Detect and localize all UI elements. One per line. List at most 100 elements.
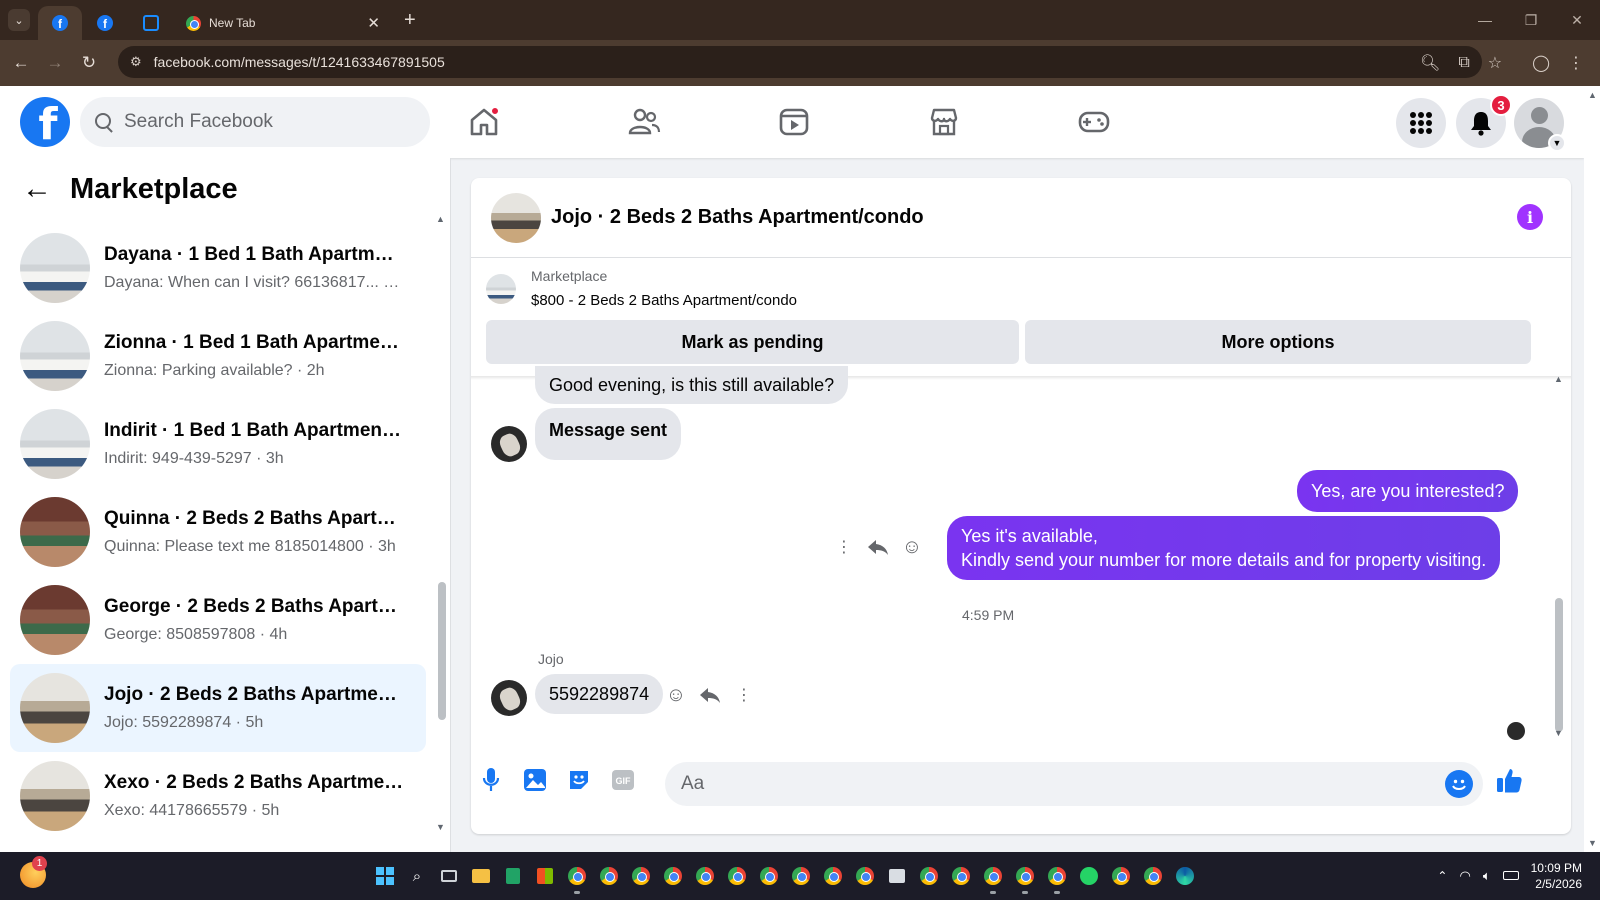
marketplace-nav-button[interactable] (926, 104, 962, 140)
chrome-icon[interactable] (948, 863, 974, 889)
reload-button[interactable]: ↻ (72, 53, 106, 73)
back-arrow-icon[interactable]: ← (22, 172, 52, 206)
message-input[interactable] (681, 773, 1421, 795)
chat-listing-avatar[interactable] (491, 192, 541, 243)
chrome-icon[interactable] (852, 863, 878, 889)
reply-icon[interactable] (697, 682, 723, 708)
close-tab-icon[interactable]: ✕ (367, 14, 380, 32)
search-icon[interactable]: ⌕ (404, 863, 430, 889)
whatsapp-icon[interactable] (1076, 863, 1102, 889)
listing-price-title[interactable]: $800 - 2 Beds 2 Baths Apartment/condo (531, 292, 797, 309)
photo-icon[interactable] (521, 766, 549, 794)
sidebar-scrollbar[interactable] (438, 582, 446, 720)
chrome-icon[interactable] (628, 863, 654, 889)
more-actions-icon[interactable]: ⋮ (831, 534, 857, 560)
site-info-icon[interactable]: ⚙ (130, 54, 142, 70)
microphone-icon[interactable] (477, 766, 505, 794)
back-button[interactable]: ← (4, 53, 38, 73)
message-input-box[interactable] (665, 762, 1483, 806)
browser-tab-1[interactable]: f (38, 6, 82, 40)
chrome-icon[interactable] (1012, 863, 1038, 894)
chrome-icon[interactable] (980, 863, 1006, 894)
incoming-message[interactable]: Message sent (535, 408, 682, 460)
outgoing-message[interactable]: Yes it's available, Kindly send your num… (947, 516, 1501, 580)
volume-icon[interactable]: 🔈︎ (1483, 868, 1491, 884)
browser-tab-new-tab[interactable]: New Tab ✕ (174, 6, 390, 40)
install-app-icon[interactable]: ⧉ (1458, 54, 1469, 72)
scroll-down-arrow[interactable]: ▼ (436, 822, 445, 832)
chrome-icon[interactable] (564, 863, 590, 894)
chrome-icon[interactable] (660, 863, 686, 889)
search-box[interactable] (80, 97, 430, 147)
more-options-button[interactable]: More options (1025, 320, 1531, 364)
browser-tab-2[interactable]: f (82, 6, 128, 40)
contact-avatar[interactable] (491, 426, 527, 462)
notifications-button[interactable]: 3 (1456, 94, 1512, 148)
conversation-item[interactable]: Zionna · 1 Bed 1 Bath Apartment... Zionn… (10, 312, 426, 400)
task-view-icon[interactable] (436, 863, 462, 889)
new-tab-button[interactable]: + (404, 9, 416, 32)
friends-nav-button[interactable] (626, 104, 662, 140)
clock[interactable]: 10:09 PM 2/5/2026 (1531, 860, 1582, 892)
thumbs-up-icon[interactable] (1493, 764, 1525, 796)
chrome-icon[interactable] (724, 863, 750, 889)
chrome-icon[interactable] (916, 863, 942, 889)
more-actions-icon[interactable]: ⋮ (731, 682, 757, 708)
chrome-icon[interactable] (820, 863, 846, 889)
reply-icon[interactable] (865, 534, 891, 560)
chrome-icon[interactable] (788, 863, 814, 889)
emoji-icon[interactable] (1445, 770, 1473, 798)
chat-title[interactable]: Jojo · 2 Beds 2 Baths Apartment/condo (551, 206, 924, 229)
forward-button[interactable]: → (38, 53, 72, 73)
chat-scrollbar[interactable] (1555, 598, 1563, 732)
home-nav-button[interactable] (466, 104, 502, 140)
profile-icon[interactable]: ◯ (1532, 53, 1550, 73)
sheets-icon[interactable] (500, 863, 526, 889)
store-icon[interactable] (532, 863, 558, 889)
zoom-icon[interactable]: 🔍︎ (1420, 53, 1440, 73)
chrome-icon[interactable] (756, 863, 782, 889)
mark-as-pending-button[interactable]: Mark as pending (486, 320, 1019, 364)
conversation-item[interactable]: Xexo · 2 Beds 2 Baths Apartment... Xexo:… (10, 752, 426, 840)
close-window-button[interactable]: ✕ (1554, 0, 1600, 40)
page-scrollbar[interactable]: ▲ ▼ (1584, 86, 1600, 852)
scroll-down-arrow[interactable]: ▼ (1554, 728, 1563, 738)
scroll-up-arrow[interactable]: ▲ (1554, 374, 1563, 384)
conversation-item-active[interactable]: Jojo · 2 Beds 2 Baths Apartment/... Jojo… (10, 664, 426, 752)
info-icon[interactable]: i (1517, 204, 1543, 230)
facebook-logo-icon[interactable]: f (20, 97, 70, 147)
minimize-button[interactable]: — (1462, 0, 1508, 40)
scroll-down-arrow[interactable]: ▼ (1588, 838, 1597, 848)
menu-grid-button[interactable] (1396, 98, 1446, 148)
wifi-icon[interactable]: ◠ (1459, 868, 1470, 884)
incoming-message[interactable]: Good evening, is this still available? (535, 366, 849, 404)
gaming-nav-button[interactable] (1076, 104, 1112, 140)
chrome-icon[interactable] (692, 863, 718, 889)
video-nav-button[interactable] (776, 104, 812, 140)
chrome-icon[interactable] (596, 863, 622, 889)
start-icon[interactable] (372, 863, 398, 889)
tab-search-button[interactable]: ⌄ (8, 9, 30, 31)
restore-button[interactable]: ❐ (1508, 0, 1554, 40)
snipping-tool-icon[interactable] (884, 863, 910, 889)
contact-avatar[interactable] (491, 680, 527, 716)
search-input[interactable] (124, 111, 404, 133)
chevron-up-icon[interactable]: ⌃ (1437, 869, 1447, 883)
edge-icon[interactable] (1172, 863, 1198, 889)
scroll-up-arrow[interactable]: ▲ (1588, 90, 1597, 100)
react-emoji-icon[interactable]: ☺ (899, 534, 925, 560)
battery-icon[interactable] (1502, 867, 1519, 885)
chrome-icon[interactable] (1044, 863, 1070, 894)
bookmark-star-icon[interactable]: ☆ (1488, 53, 1502, 73)
listing-thumbnail[interactable] (486, 274, 516, 304)
chrome-icon[interactable] (1140, 863, 1166, 889)
chrome-icon[interactable] (1108, 863, 1134, 889)
conversation-item[interactable]: Indirit · 1 Bed 1 Bath Apartment/... Ind… (10, 400, 426, 488)
sticker-icon[interactable] (565, 766, 593, 794)
conversation-item[interactable]: Quinna · 2 Beds 2 Baths Apartm... Quinna… (10, 488, 426, 576)
conversation-item[interactable]: George · 2 Beds 2 Baths Apartm... George… (10, 576, 426, 664)
react-emoji-icon[interactable]: ☺ (663, 682, 689, 708)
browser-menu-icon[interactable]: ⋮ (1568, 53, 1584, 73)
browser-tab-3[interactable] (128, 6, 174, 40)
outgoing-message[interactable]: Yes, are you interested? (1297, 470, 1519, 512)
